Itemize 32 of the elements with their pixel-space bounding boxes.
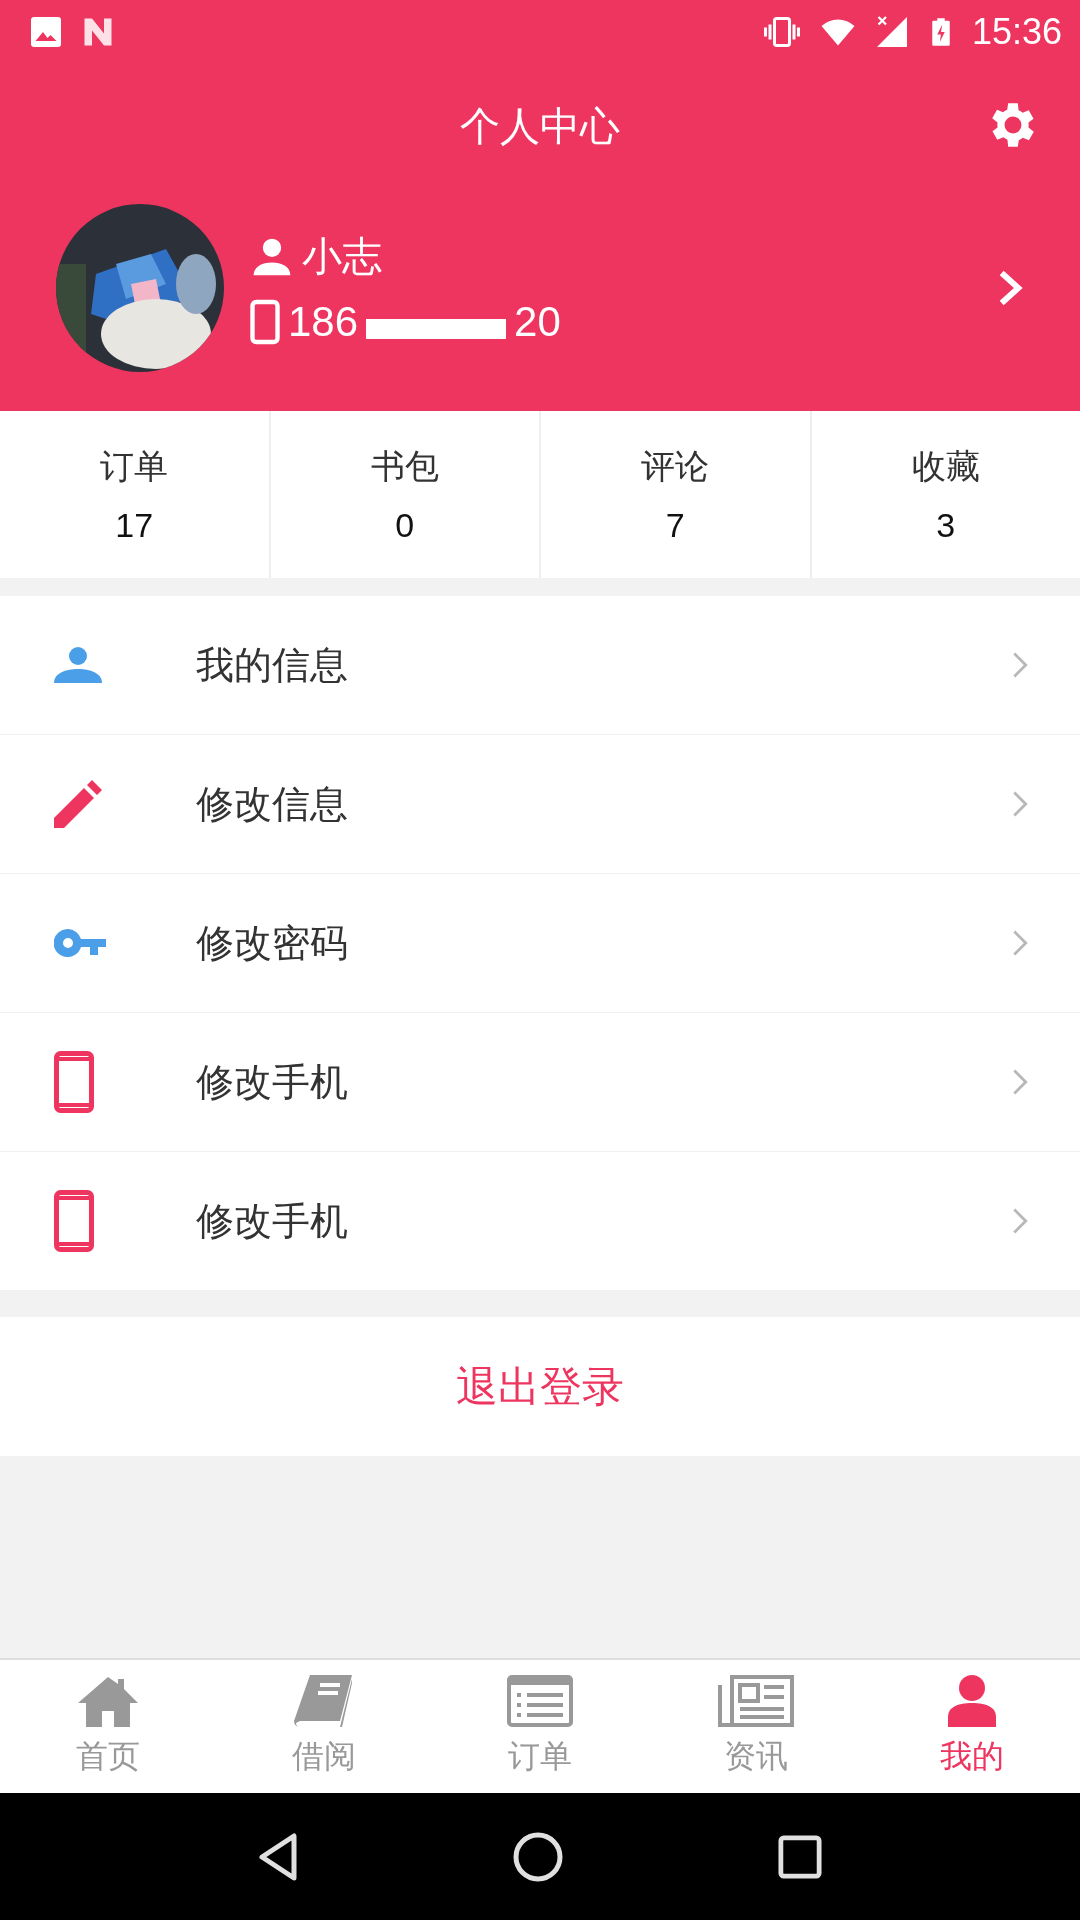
menu-item[interactable]: 修改信息: [0, 734, 1080, 873]
stat-item[interactable]: 书包 0: [268, 411, 539, 578]
book-icon: [294, 1674, 354, 1727]
home-icon: [78, 1674, 138, 1727]
vibrate-icon: [761, 14, 802, 50]
stat-item[interactable]: 收藏 3: [809, 411, 1080, 578]
picture-notification-icon: [28, 14, 64, 50]
list-icon: [507, 1674, 573, 1727]
home-button-icon[interactable]: [513, 1831, 563, 1882]
stat-item[interactable]: 订单 17: [0, 411, 269, 578]
chevron-right-icon: [1012, 929, 1028, 957]
chevron-right-icon: [1012, 1207, 1028, 1235]
page-title: 个人中心: [460, 101, 620, 151]
chevron-right-icon: [1012, 790, 1028, 818]
user-name: 小志: [302, 232, 382, 281]
phone-number-start: 186: [288, 298, 359, 346]
phone-number-end: 20: [514, 298, 561, 346]
phone-icon: [250, 299, 280, 345]
menu-item[interactable]: 修改密码: [0, 873, 1080, 1012]
back-icon[interactable]: [257, 1831, 298, 1882]
user-icon: [948, 1674, 996, 1727]
chevron-right-icon: [1012, 1068, 1028, 1096]
chevron-right-icon: [1012, 651, 1028, 679]
menu-item[interactable]: 我的信息: [0, 596, 1080, 734]
menu-item[interactable]: 修改手机: [0, 1012, 1080, 1151]
nav-tab[interactable]: 我的: [864, 1660, 1080, 1793]
newspaper-icon: [718, 1674, 794, 1727]
stat-item[interactable]: 评论 7: [539, 411, 810, 578]
status-time: 15:36: [971, 11, 1062, 53]
menu-item[interactable]: 修改手机: [0, 1151, 1080, 1290]
recents-icon[interactable]: [778, 1834, 823, 1879]
logout-button[interactable]: 退出登录: [0, 1317, 1080, 1456]
